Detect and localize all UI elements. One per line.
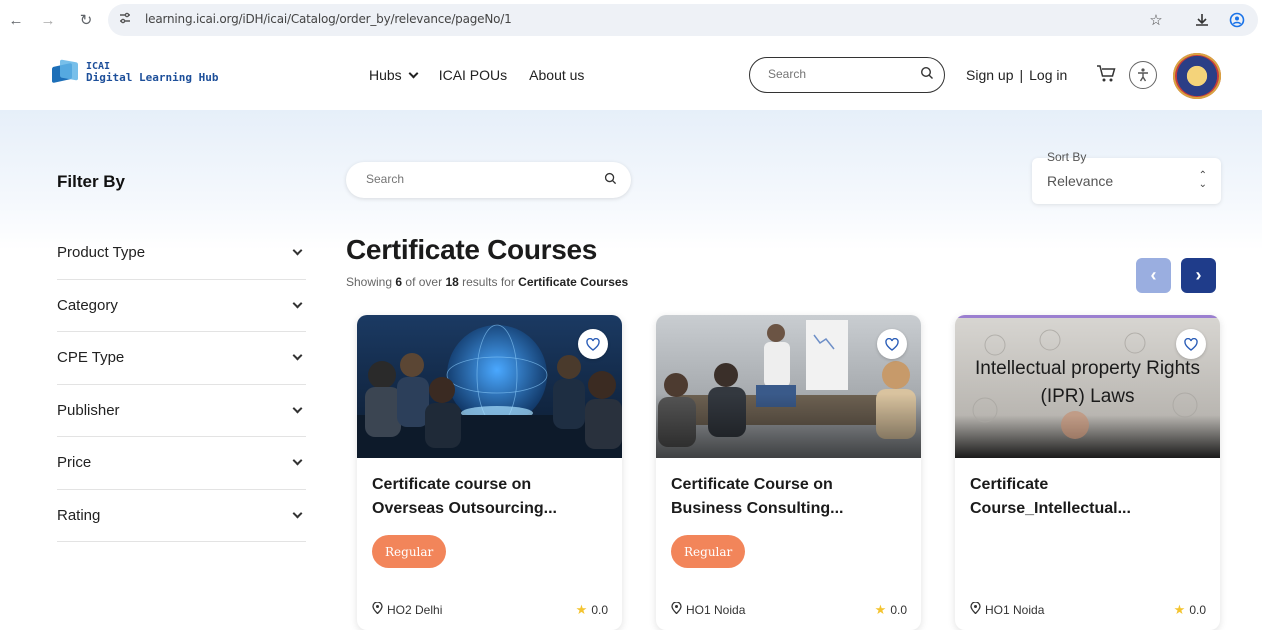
- filter-publisher[interactable]: Publisher: [57, 385, 306, 437]
- course-rating: ★ 0.0: [1173, 602, 1206, 617]
- nav-about-us[interactable]: About us: [529, 67, 584, 83]
- filter-category[interactable]: Category: [57, 280, 306, 332]
- chevron-down-icon: [292, 455, 303, 466]
- login-link[interactable]: Log in: [1029, 67, 1067, 83]
- browser-toolbar: ← → ↻ learning.icai.org/iDH/icai/Catalog…: [0, 0, 1262, 40]
- profile-icon[interactable]: [1227, 10, 1247, 30]
- cart-icon[interactable]: [1095, 62, 1117, 89]
- star-icon: ★: [575, 602, 588, 617]
- catalog-search: [346, 162, 631, 198]
- course-image: [357, 315, 622, 458]
- sort-updown-icon: ⌃ ⌄: [1198, 170, 1207, 190]
- logo-mark-icon: [52, 59, 82, 85]
- page-title: Certificate Courses: [346, 234, 598, 265]
- filter-product-type[interactable]: Product Type: [57, 227, 306, 280]
- chevron-down-icon: [292, 508, 303, 519]
- course-location: HO1 Noida: [970, 601, 1044, 617]
- reload-icon[interactable]: ↻: [76, 10, 96, 30]
- course-card[interactable]: Certificate Course on Business Consultin…: [656, 315, 921, 630]
- auth-links: Sign up | Log in: [966, 67, 1067, 83]
- logo-line2: Digital Learning Hub: [86, 71, 219, 84]
- url-text[interactable]: learning.icai.org/iDH/icai/Catalog/order…: [145, 12, 512, 26]
- chevron-down-icon: [292, 403, 303, 414]
- course-location: HO2 Delhi: [372, 601, 442, 617]
- course-image-caption: Intellectual property Rights (IPR) Laws: [975, 358, 1200, 407]
- favorite-heart-icon[interactable]: [578, 329, 608, 359]
- course-type-badge: Regular: [372, 535, 447, 568]
- nav-hubs[interactable]: Hubs: [369, 67, 419, 83]
- course-rating: ★ 0.0: [575, 602, 608, 617]
- sort-value: Relevance: [1047, 173, 1114, 189]
- catalog-search-input[interactable]: [366, 172, 566, 186]
- filter-cpe-type[interactable]: CPE Type: [57, 332, 306, 385]
- icai-emblem[interactable]: [1173, 53, 1221, 99]
- course-card[interactable]: Intellectual property Rights (IPR) Laws …: [955, 315, 1220, 630]
- auth-separator: |: [1019, 67, 1024, 83]
- search-icon[interactable]: [920, 66, 934, 85]
- sort-label: Sort By: [1047, 150, 1087, 164]
- results-summary: Showing 6 of over 18 results for Certifi…: [346, 275, 629, 289]
- search-icon[interactable]: [604, 172, 617, 190]
- course-card[interactable]: Certificate course on Overseas Outsourci…: [357, 315, 622, 630]
- main-nav: Hubs ICAI POUs About us: [369, 67, 584, 83]
- site-logo[interactable]: ICAI Digital Learning Hub: [52, 59, 218, 85]
- arrow-left-icon[interactable]: ←: [6, 10, 26, 30]
- carousel-next-button[interactable]: ›: [1181, 258, 1216, 293]
- filter-list: Product Type Category CPE Type Publisher…: [57, 227, 306, 542]
- sort-select[interactable]: Relevance ⌃ ⌄: [1032, 158, 1221, 204]
- course-title[interactable]: Certificate course on Overseas Outsourci…: [372, 473, 607, 521]
- nav-icai-pous[interactable]: ICAI POUs: [439, 67, 507, 83]
- chevron-down-icon: [292, 245, 303, 256]
- carousel-prev-button[interactable]: ‹: [1136, 258, 1171, 293]
- course-title[interactable]: Certificate Course_Intellectual...: [970, 473, 1205, 521]
- location-pin-icon: [671, 601, 682, 617]
- bookmark-star-icon[interactable]: ☆: [1146, 10, 1166, 30]
- favorite-heart-icon[interactable]: [877, 329, 907, 359]
- header-search: [749, 57, 945, 93]
- location-pin-icon: [372, 601, 383, 617]
- filter-price[interactable]: Price: [57, 437, 306, 490]
- favorite-heart-icon[interactable]: [1176, 329, 1206, 359]
- star-icon: ★: [1173, 602, 1186, 617]
- header-search-input[interactable]: [768, 67, 908, 81]
- chevron-down-icon: [408, 68, 419, 78]
- arrow-right-icon[interactable]: →: [38, 10, 58, 30]
- star-icon: ★: [874, 602, 887, 617]
- course-rating: ★ 0.0: [874, 602, 907, 617]
- filter-rating[interactable]: Rating: [57, 490, 306, 542]
- course-title[interactable]: Certificate Course on Business Consultin…: [671, 473, 906, 521]
- course-image: [656, 315, 921, 458]
- signup-link[interactable]: Sign up: [966, 67, 1013, 83]
- filter-title: Filter By: [57, 172, 126, 191]
- course-type-badge: Regular: [671, 535, 746, 568]
- accessibility-icon[interactable]: [1129, 61, 1157, 89]
- chevron-down-icon: [292, 298, 303, 309]
- download-icon[interactable]: [1192, 10, 1212, 30]
- site-info-icon[interactable]: [118, 11, 132, 28]
- chevron-down-icon: [292, 350, 303, 361]
- location-pin-icon: [970, 601, 981, 617]
- site-header: ICAI Digital Learning Hub Hubs ICAI POUs…: [0, 40, 1262, 110]
- course-image: Intellectual property Rights (IPR) Laws: [955, 315, 1220, 458]
- course-location: HO1 Noida: [671, 601, 745, 617]
